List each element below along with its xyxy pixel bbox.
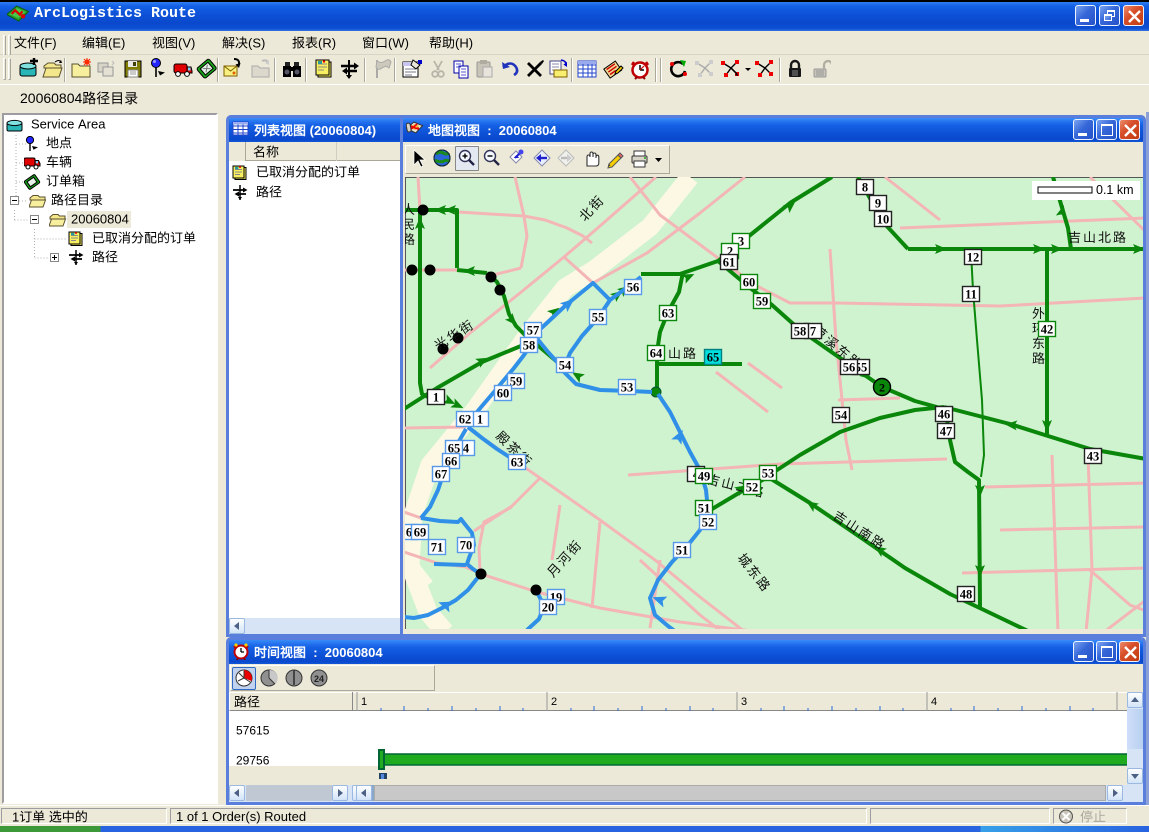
svg-text:12: 12 xyxy=(967,251,980,265)
svg-text:47: 47 xyxy=(940,425,953,439)
svg-text:57: 57 xyxy=(527,324,540,338)
svg-text:61: 61 xyxy=(723,256,736,270)
svg-text:4: 4 xyxy=(463,442,470,456)
svg-text:53: 53 xyxy=(621,381,634,395)
svg-text:70: 70 xyxy=(460,539,473,553)
svg-text:65: 65 xyxy=(707,351,720,365)
svg-text:2: 2 xyxy=(551,696,557,708)
svg-text:1: 1 xyxy=(361,696,367,708)
svg-text:4: 4 xyxy=(931,696,937,708)
svg-text:(H): (H) xyxy=(455,35,473,50)
svg-text:51: 51 xyxy=(698,502,711,516)
svg-text:Service Area: Service Area xyxy=(31,116,106,131)
svg-text:56: 56 xyxy=(843,361,856,375)
svg-text:46: 46 xyxy=(938,408,951,422)
svg-text:1: 1 xyxy=(12,809,19,824)
svg-text:43: 43 xyxy=(1087,450,1100,464)
svg-text:42: 42 xyxy=(1041,323,1054,337)
svg-text:58: 58 xyxy=(794,325,807,339)
svg-text:(F): (F) xyxy=(40,35,57,50)
svg-text:57615: 57615 xyxy=(236,724,270,738)
svg-text:(V): (V) xyxy=(178,35,195,50)
svg-text:20: 20 xyxy=(542,601,555,615)
svg-text:69: 69 xyxy=(414,526,427,540)
svg-text:29756: 29756 xyxy=(236,754,270,768)
svg-text:: 20060804: : 20060804 xyxy=(480,123,557,138)
svg-text:7: 7 xyxy=(810,325,816,339)
svg-text:52: 52 xyxy=(702,516,715,530)
svg-text:56: 56 xyxy=(627,281,640,295)
svg-text:(E): (E) xyxy=(108,35,125,50)
svg-text:(R): (R) xyxy=(318,35,336,50)
svg-text:1: 1 xyxy=(433,391,439,405)
svg-text:55: 55 xyxy=(592,311,605,325)
svg-text:9: 9 xyxy=(875,197,881,211)
svg-text:20060804: 20060804 xyxy=(71,211,129,226)
svg-text:(S): (S) xyxy=(248,35,265,50)
svg-text:64: 64 xyxy=(650,347,663,361)
svg-text:3: 3 xyxy=(741,696,747,708)
svg-text:0.1 km: 0.1 km xyxy=(1096,183,1134,197)
svg-text:60: 60 xyxy=(497,387,510,401)
svg-text:63: 63 xyxy=(511,456,524,470)
svg-text:51: 51 xyxy=(676,544,689,558)
svg-text:(20060804): (20060804) xyxy=(306,123,376,138)
svg-text:60: 60 xyxy=(743,276,756,290)
svg-text:52: 52 xyxy=(746,481,759,495)
svg-text:10: 10 xyxy=(877,213,890,227)
svg-text:59: 59 xyxy=(756,295,769,309)
svg-text:67: 67 xyxy=(435,468,448,482)
svg-text:24: 24 xyxy=(314,674,324,684)
svg-text:54: 54 xyxy=(559,359,572,373)
svg-text:49: 49 xyxy=(698,470,711,484)
svg-text:54: 54 xyxy=(835,409,848,423)
svg-text:: 20060804: : 20060804 xyxy=(306,645,383,660)
svg-text:(W): (W) xyxy=(388,35,409,50)
svg-text:8: 8 xyxy=(862,181,868,195)
svg-text:62: 62 xyxy=(459,413,472,427)
svg-text:71: 71 xyxy=(431,541,444,555)
svg-text:11: 11 xyxy=(965,288,977,302)
svg-text:1: 1 xyxy=(477,413,483,427)
svg-text:63: 63 xyxy=(662,307,675,321)
svg-text:53: 53 xyxy=(762,467,775,481)
svg-text:20060804: 20060804 xyxy=(20,90,83,106)
svg-text:2: 2 xyxy=(879,380,885,394)
svg-text:48: 48 xyxy=(960,588,973,602)
svg-text:58: 58 xyxy=(523,339,536,353)
